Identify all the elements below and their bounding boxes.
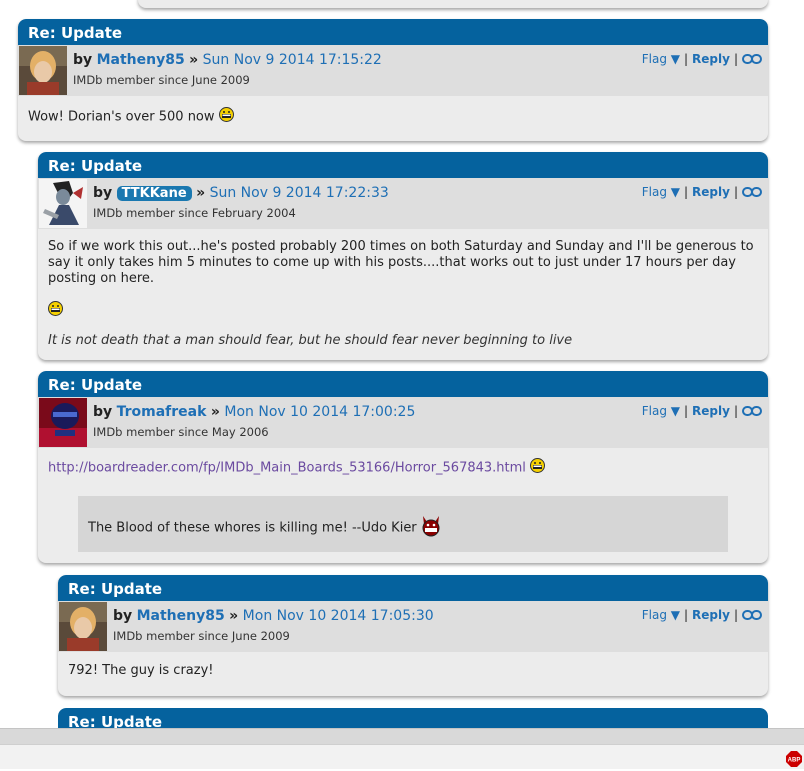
post-date-link[interactable]: Mon Nov 10 2014 17:00:25 — [224, 404, 415, 420]
avatar[interactable] — [59, 602, 107, 651]
reply-link[interactable]: Reply — [692, 52, 730, 66]
reply-link[interactable]: Reply — [692, 185, 730, 199]
post-date-link[interactable]: Mon Nov 10 2014 17:05:30 — [243, 608, 434, 624]
separator: » — [229, 608, 239, 624]
post: Re: Update by Matheny85 » Mon Nov 10 201… — [58, 575, 768, 696]
previous-post-bottom — [138, 0, 768, 8]
separator: » — [210, 404, 220, 420]
signature: It is not death that a man should fear, … — [48, 333, 573, 348]
post-body: So if we work this out...he's posted pro… — [38, 229, 768, 360]
post-actions: Flag ▼ | Reply | — [642, 608, 762, 623]
post-header: by Matheny85 » Sun Nov 9 2014 17:15:22 I… — [18, 45, 768, 96]
svg-text:ABP: ABP — [788, 758, 801, 764]
avatar[interactable] — [19, 46, 67, 95]
post-date-link[interactable]: Sun Nov 9 2014 17:15:22 — [203, 52, 382, 68]
byline: by Matheny85 » Sun Nov 9 2014 17:15:22 — [73, 52, 382, 68]
byline: by Matheny85 » Mon Nov 10 2014 17:05:30 — [113, 608, 434, 624]
post-text: 792! The guy is crazy! — [68, 663, 214, 678]
post-actions: Flag ▼ | Reply | — [642, 185, 762, 200]
by-label: by — [93, 185, 113, 201]
status-bar: ABP — [0, 744, 804, 769]
member-since: IMDb member since May 2006 — [93, 425, 269, 439]
flag-dropdown[interactable]: Flag ▼ — [642, 185, 680, 199]
byline: by Tromafreak » Mon Nov 10 2014 17:00:25 — [93, 404, 415, 420]
post-text: So if we work this out...he's posted pro… — [48, 239, 754, 286]
smiley-icon — [48, 301, 63, 321]
adblock-icon[interactable]: ABP — [786, 751, 802, 767]
permalink-icon[interactable] — [742, 609, 762, 623]
post-actions: Flag ▼ | Reply | — [642, 404, 762, 419]
permalink-icon[interactable] — [742, 405, 762, 419]
post-title: Re: Update — [58, 575, 768, 601]
post-body: http://boardreader.com/fp/IMDb_Main_Boar… — [38, 448, 768, 478]
post-header: by Matheny85 » Mon Nov 10 2014 17:05:30 … — [58, 601, 768, 652]
username-link[interactable]: Matheny85 — [137, 608, 225, 624]
avatar[interactable] — [39, 179, 87, 228]
post: Re: Update by TTKKane » Sun Nov 9 2014 1… — [38, 152, 768, 360]
smiley-icon — [530, 458, 546, 478]
by-label: by — [73, 52, 93, 68]
by-label: by — [93, 404, 113, 420]
post-date-link[interactable]: Sun Nov 9 2014 17:22:33 — [210, 185, 389, 201]
reply-link[interactable]: Reply — [692, 608, 730, 622]
reply-link[interactable]: Reply — [692, 404, 730, 418]
byline: by TTKKane » Sun Nov 9 2014 17:22:33 — [93, 185, 389, 201]
username-link[interactable]: Tromafreak — [117, 404, 207, 420]
post-body: 792! The guy is crazy! — [58, 652, 768, 691]
username-link[interactable]: TTKKane — [116, 186, 192, 201]
horizontal-scrollbar[interactable] — [0, 728, 804, 745]
username-link[interactable]: Matheny85 — [97, 52, 185, 68]
member-since: IMDb member since June 2009 — [73, 73, 250, 87]
avatar[interactable] — [39, 398, 87, 447]
post-body: Wow! Dorian's over 500 now — [18, 96, 768, 139]
post: Re: Update by Matheny85 » Sun Nov 9 2014… — [18, 19, 768, 141]
post-title: Re: Update — [18, 19, 768, 45]
devil-smiley-icon — [421, 514, 441, 542]
signature-quote: The Blood of these whores is killing me!… — [78, 496, 728, 552]
post: Re: Update by Tromafreak » Mon Nov 10 20… — [38, 371, 768, 563]
smiley-icon — [218, 107, 234, 127]
post-link[interactable]: http://boardreader.com/fp/IMDb_Main_Boar… — [48, 461, 526, 476]
flag-dropdown[interactable]: Flag ▼ — [642, 52, 680, 66]
member-since: IMDb member since June 2009 — [113, 629, 290, 643]
separator: » — [189, 52, 199, 68]
quote-text: The Blood of these whores is killing me!… — [88, 520, 417, 536]
post-title: Re: Update — [38, 152, 768, 178]
permalink-icon[interactable] — [742, 53, 762, 67]
post-text: Wow! Dorian's over 500 now — [28, 109, 215, 125]
member-since: IMDb member since February 2004 — [93, 206, 296, 220]
post-title: Re: Update — [38, 371, 768, 397]
post-actions: Flag ▼ | Reply | — [642, 52, 762, 67]
post-header: by TTKKane » Sun Nov 9 2014 17:22:33 IMD… — [38, 178, 768, 229]
permalink-icon[interactable] — [742, 186, 762, 200]
separator: » — [196, 185, 206, 201]
flag-dropdown[interactable]: Flag ▼ — [642, 404, 680, 418]
flag-dropdown[interactable]: Flag ▼ — [642, 608, 680, 622]
by-label: by — [113, 608, 133, 624]
post-header: by Tromafreak » Mon Nov 10 2014 17:00:25… — [38, 397, 768, 448]
